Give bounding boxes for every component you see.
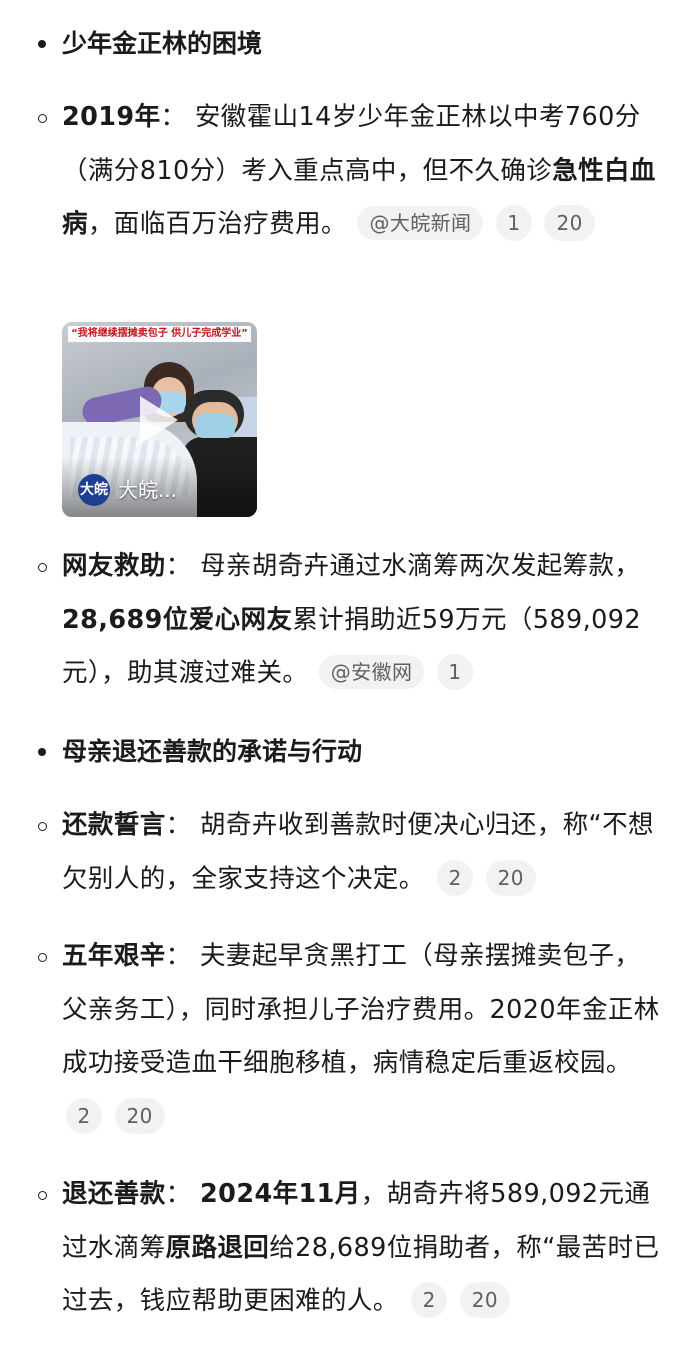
label-colon: ：: [165, 941, 192, 971]
bullet-circle: [38, 953, 47, 962]
item-label: 五年艰辛: [62, 941, 166, 971]
reference-chip[interactable]: 1: [436, 654, 473, 690]
video-thumbnail[interactable]: “我将继续摆摊卖包子 供儿子完成学业” 大皖 大皖...: [62, 322, 257, 517]
source-chip[interactable]: @大皖新闻: [357, 206, 484, 240]
label-colon: ：: [165, 1179, 192, 1209]
bullet-circle: [38, 114, 47, 123]
bullet-circle: [38, 563, 47, 572]
reference-chip[interactable]: 2: [437, 859, 474, 896]
reference-chip[interactable]: 20: [459, 1282, 510, 1318]
item-bold-text: 2024年11月: [200, 1179, 361, 1209]
item-paragraph: 2019年： 安徽霍山14岁少年金正林以中考760分（满分810分）考入重点高中…: [62, 91, 662, 252]
item-label: 网友救助: [62, 551, 166, 581]
item-bold-text: 28,689位爱心网友: [62, 604, 293, 635]
label-colon: ：: [165, 810, 192, 840]
reference-chip[interactable]: 2: [66, 1097, 102, 1134]
label-colon: ：: [160, 102, 187, 132]
item-label: 退还善款: [62, 1179, 166, 1209]
video-caption: 大皖...: [118, 478, 178, 502]
channel-logo: 大皖: [78, 474, 110, 506]
item-text: 母亲胡奇卉通过水滴筹两次发起筹款，: [200, 551, 641, 581]
item-paragraph: 还款誓言： 胡奇卉收到善款时便决心归还，称“不想欠别人的，全家支持这个决定。 2…: [62, 799, 662, 906]
section-title: 母亲退还善款的承诺与行动: [62, 737, 363, 766]
scene-mask: [195, 414, 235, 438]
bullet-circle: [38, 822, 47, 831]
reference-chip[interactable]: 20: [114, 1097, 165, 1134]
reference-chip[interactable]: 2: [411, 1282, 448, 1318]
item-bold-text: 原路退回: [165, 1232, 270, 1263]
section-title: 少年金正林的困境: [62, 29, 263, 58]
label-colon: ：: [165, 551, 192, 581]
item-label: 还款誓言: [62, 810, 166, 840]
bullet-circle: [38, 1191, 47, 1200]
item-text: ，面临百万治疗费用。: [87, 209, 347, 239]
play-icon[interactable]: [140, 396, 178, 444]
item-label: 2019年: [62, 102, 161, 132]
source-chip[interactable]: @安徽网: [318, 655, 425, 689]
item-paragraph: 退还善款： 2024年11月，胡奇卉将589,092元通过水滴筹原路退回给28,…: [62, 1168, 662, 1329]
item-paragraph: 五年艰辛： 夫妻起早贪黑打工（母亲摆摊卖包子，父亲务工），同时承担儿子治疗费用。…: [62, 930, 662, 1144]
reference-chip[interactable]: 20: [485, 859, 536, 896]
item-paragraph: 网友救助： 母亲胡奇卉通过水滴筹两次发起筹款，28,689位爱心网友累计捐助近5…: [62, 540, 662, 701]
video-banner: “我将继续摆摊卖包子 供儿子完成学业”: [68, 326, 251, 342]
reference-chip[interactable]: 1: [495, 205, 532, 241]
bullet-disc: [38, 748, 46, 756]
reference-chip[interactable]: 20: [544, 205, 595, 241]
bullet-disc: [38, 40, 46, 48]
